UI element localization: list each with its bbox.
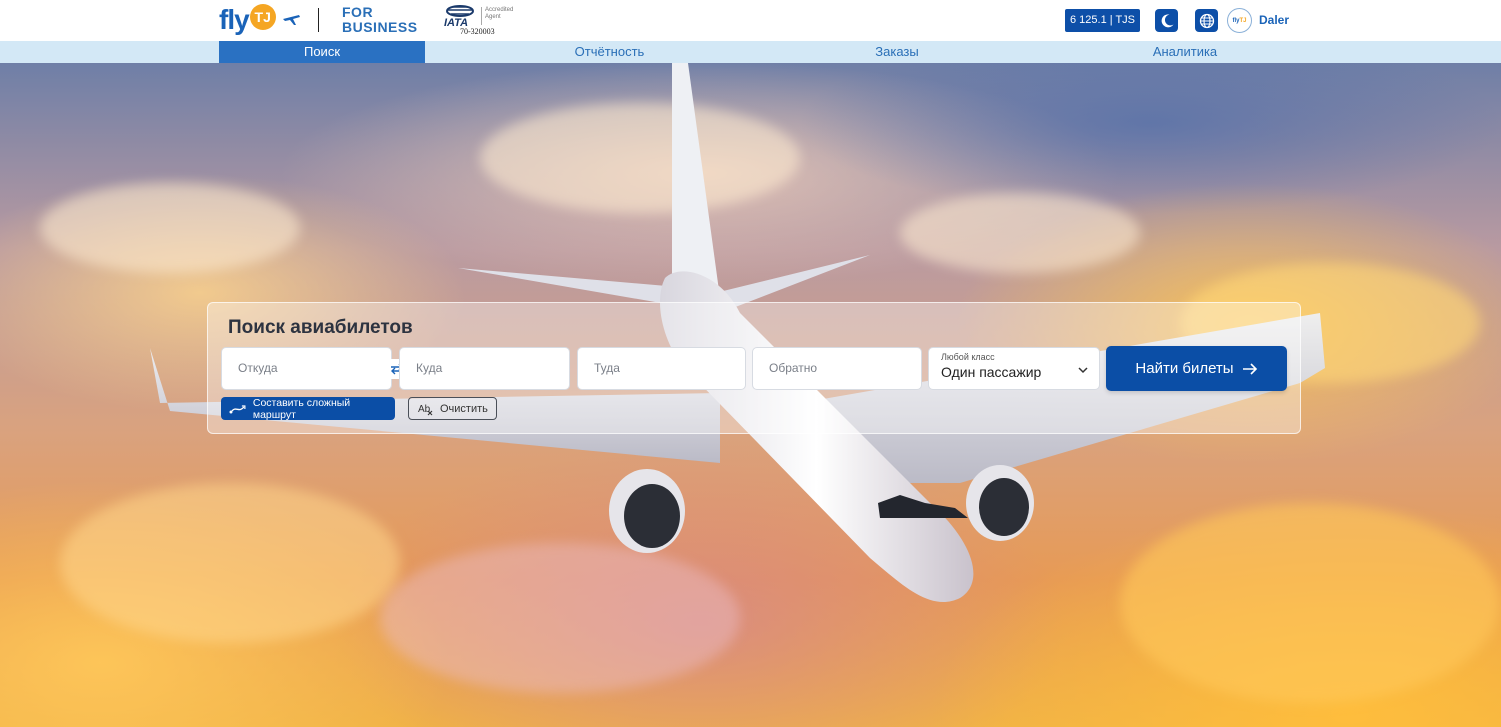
- language-button[interactable]: [1195, 9, 1218, 32]
- passengers-class-select[interactable]: Любой класс Один пассажир: [928, 347, 1100, 390]
- username[interactable]: Daler: [1259, 13, 1289, 27]
- clear-button[interactable]: Ab Очистить: [408, 397, 497, 420]
- depart-date-input[interactable]: Туда: [577, 347, 746, 390]
- theme-toggle-button[interactable]: [1155, 9, 1178, 32]
- iata-badge: IATA Accredited Agent 70-320003: [442, 4, 518, 36]
- route-icon: [229, 404, 246, 413]
- complex-route-button[interactable]: Составить сложный маршрут: [221, 396, 395, 421]
- nav-tab-analytics[interactable]: Аналитика: [1000, 41, 1370, 63]
- complex-route-label: Составить сложный маршрут: [252, 396, 351, 421]
- for-business-line-2: BUSINESS: [342, 19, 418, 35]
- nav-tab-reports[interactable]: Отчётность: [425, 41, 794, 63]
- find-tickets-button[interactable]: Найти билеты: [1106, 346, 1287, 391]
- for-business-label: FOR BUSINESS: [342, 5, 418, 35]
- top-header: fly TJ FOR BUSINESS IATA Accredited Agen…: [0, 0, 1501, 41]
- chevron-down-icon: [1078, 367, 1088, 374]
- balance-badge[interactable]: 6 125.1 | TJS: [1065, 9, 1140, 32]
- arrow-right-icon: [1242, 362, 1257, 375]
- iata-separator: [481, 7, 482, 25]
- flytj-logo[interactable]: fly TJ: [219, 2, 300, 38]
- iata-accredited-text: Accredited Agent: [485, 7, 514, 20]
- logo-fly-text: fly: [219, 4, 250, 35]
- logo-plane-icon: [283, 15, 300, 25]
- svg-text:Ab: Ab: [418, 404, 431, 415]
- clear-text-icon: Ab: [418, 404, 433, 415]
- class-caption: Любой класс: [941, 352, 995, 362]
- return-date-input[interactable]: Обратно: [752, 347, 922, 390]
- flight-search-panel: Поиск авиабилетов Откуда Куда Туда Обрат…: [207, 302, 1301, 434]
- user-avatar[interactable]: fly TJ: [1227, 8, 1252, 33]
- globe-icon: [1199, 13, 1214, 28]
- clear-label: Очистить: [440, 402, 488, 415]
- avatar-fly: fly: [1232, 17, 1240, 24]
- iata-number: 70-320003: [460, 27, 495, 36]
- search-panel-title: Поиск авиабилетов: [228, 317, 413, 338]
- logo-tj-badge: TJ: [249, 4, 276, 30]
- moon-icon: [1161, 13, 1173, 27]
- from-input[interactable]: Откуда: [221, 347, 392, 390]
- passengers-value: Один пассажир: [941, 364, 1042, 380]
- main-nav: Поиск Отчётность Заказы Аналитика: [0, 41, 1501, 63]
- nav-tab-orders[interactable]: Заказы: [794, 41, 1000, 63]
- avatar-tj: TJ: [1239, 17, 1247, 24]
- to-input[interactable]: Куда: [399, 347, 570, 390]
- header-divider: [318, 8, 319, 32]
- for-business-line-1: FOR: [342, 4, 374, 20]
- nav-tab-search[interactable]: Поиск: [219, 41, 425, 63]
- find-tickets-label: Найти билеты: [1135, 360, 1234, 377]
